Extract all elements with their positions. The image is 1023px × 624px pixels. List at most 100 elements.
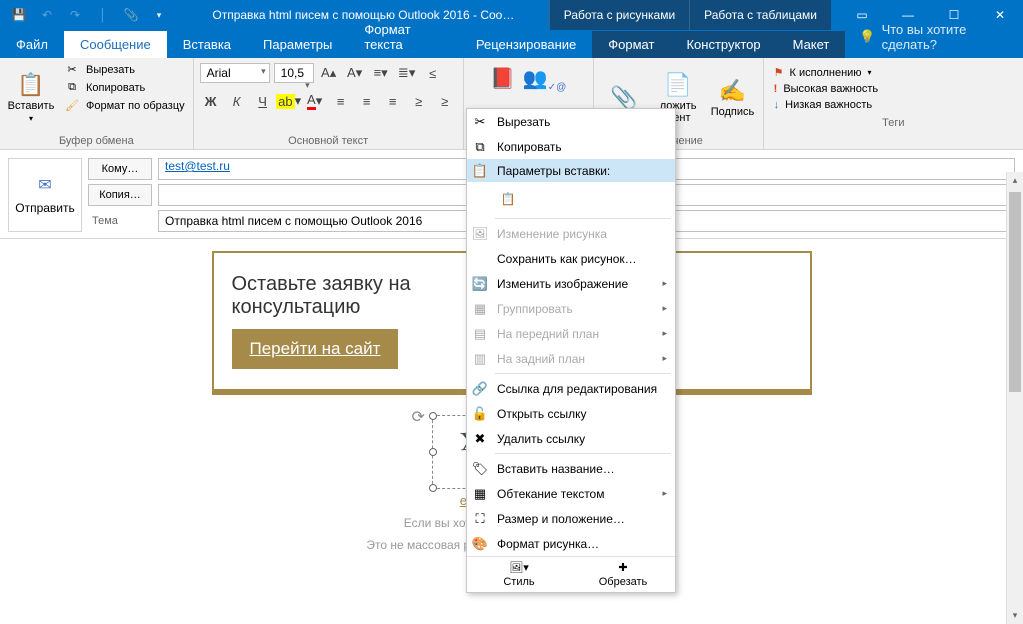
tell-me-search[interactable]: 💡 Что вы хотите сделать? <box>845 16 1023 58</box>
bullets-button[interactable]: ≡▾ <box>370 62 392 84</box>
chevron-right-icon: ▸ <box>662 278 667 289</box>
undo-button[interactable]: ↶ <box>34 2 60 28</box>
contextual-tab-group: Работа с рисунками Работа с таблицами <box>549 0 831 30</box>
format-painter-button[interactable]: 🖌Формат по образцу <box>62 98 187 113</box>
attach-item-icon: 📄 <box>664 72 691 98</box>
tab-insert[interactable]: Вставка <box>167 31 247 58</box>
scroll-thumb[interactable] <box>1009 192 1021 392</box>
group-clipboard-label: Буфер обмена <box>6 133 187 147</box>
qat-sep-icon: │ <box>90 2 116 28</box>
menu-separator <box>495 373 671 374</box>
align-right-button[interactable]: ≡ <box>382 90 404 112</box>
picture-icon: 🖼 <box>471 226 489 242</box>
tab-message[interactable]: Сообщение <box>64 31 167 58</box>
tab-options[interactable]: Параметры <box>247 31 348 58</box>
size-icon: ⛶ <box>471 511 489 527</box>
menu-separator <box>495 453 671 454</box>
send-button[interactable]: ✉ Отправить <box>8 158 82 232</box>
ctx-text-wrap[interactable]: ▦Обтекание текстом▸ <box>467 481 675 506</box>
copy-icon: ⧉ <box>64 81 80 94</box>
indent-button[interactable]: ≥ <box>408 90 430 112</box>
attach-icon[interactable]: 📎 <box>118 2 144 28</box>
signature-button[interactable]: ✍Подпись <box>708 62 756 133</box>
scroll-up-icon[interactable]: ▴ <box>1007 172 1023 189</box>
chevron-right-icon: ▸ <box>662 303 667 314</box>
save-button[interactable]: 💾 <box>6 2 32 28</box>
style-icon: 🖼▾ <box>509 561 529 574</box>
context-menu: ✂Вырезать ⧉Копировать 📋Параметры вставки… <box>466 108 676 593</box>
tab-format[interactable]: Формат <box>592 31 670 58</box>
italic-button[interactable]: К <box>226 90 248 112</box>
cta-title: Оставьте заявку на консультацию <box>232 273 502 319</box>
vertical-scrollbar[interactable]: ▴ ▾ <box>1006 172 1023 624</box>
qat-more-icon[interactable]: ▾ <box>146 2 172 28</box>
font-size-select[interactable]: 10,5 <box>274 63 314 83</box>
to-button[interactable]: Кому… <box>88 158 152 180</box>
grow-font-button[interactable]: A▴ <box>318 62 340 84</box>
group-icon: ▦ <box>471 301 489 317</box>
ctx-remove-link[interactable]: ✖Удалить ссылку <box>467 426 675 451</box>
group-tags: ⚑К исполнению▾ !Высокая важность ↓Низкая… <box>764 58 1023 149</box>
align-center-button[interactable]: ≡ <box>356 90 378 112</box>
paste-button[interactable]: 📋 Вставить ▾ <box>6 62 56 133</box>
mini-toolbar: 🖼▾Стиль ✚Обрезать <box>467 556 675 592</box>
cta-link-button[interactable]: Перейти на сайт <box>232 329 399 369</box>
remove-link-icon: ✖ <box>471 431 489 447</box>
chevron-right-icon: ▸ <box>662 353 667 364</box>
underline-button[interactable]: Ч <box>252 90 274 112</box>
scroll-down-icon[interactable]: ▾ <box>1007 607 1023 624</box>
bold-button[interactable]: Ж <box>200 90 222 112</box>
indent2-button[interactable]: ≥ <box>434 90 456 112</box>
bulb-icon: 💡 <box>859 29 875 45</box>
ctx-save-as-picture[interactable]: Сохранить как рисунок… <box>467 246 675 271</box>
check-names-icon[interactable]: 👥✓@ <box>523 66 566 93</box>
highlight-button[interactable]: ab▾ <box>278 90 300 112</box>
ctx-edit-link[interactable]: 🔗Ссылка для редактирования <box>467 376 675 401</box>
cc-button[interactable]: Копия… <box>88 184 152 206</box>
chevron-right-icon: ▸ <box>662 328 667 339</box>
tab-format-text[interactable]: Формат текста <box>348 16 460 58</box>
ctx-format-picture[interactable]: 🎨Формат рисунка… <box>467 531 675 556</box>
redo-button[interactable]: ↷ <box>62 2 88 28</box>
scissors-icon: ✂ <box>64 63 80 76</box>
ctx-send-back: ▥На задний план▸ <box>467 346 675 371</box>
tab-design[interactable]: Конструктор <box>670 31 776 58</box>
address-book-icon[interactable]: 📕 <box>490 66 515 93</box>
resize-handle[interactable] <box>429 484 437 492</box>
chevron-right-icon: ▸ <box>662 488 667 499</box>
crop-icon: ✚ <box>618 561 627 574</box>
swap-icon: 🔄 <box>471 276 489 292</box>
ctx-insert-caption[interactable]: 🏷Вставить название… <box>467 456 675 481</box>
group-clipboard: 📋 Вставить ▾ ✂Вырезать ⧉Копировать 🖌Форм… <box>0 58 194 149</box>
rotate-handle-icon[interactable]: ⟳ <box>412 407 425 427</box>
cut-button[interactable]: ✂Вырезать <box>62 62 187 77</box>
copy-button[interactable]: ⧉Копировать <box>62 80 187 95</box>
tab-file[interactable]: Файл <box>0 31 64 58</box>
tab-review[interactable]: Рецензирование <box>460 31 592 58</box>
back-icon: ▥ <box>471 351 489 367</box>
font-color-button[interactable]: A▾ <box>304 90 326 112</box>
font-family-select[interactable]: Arial <box>200 63 270 83</box>
numbering-button[interactable]: ≣▾ <box>396 62 418 84</box>
align-left-button[interactable]: ≡ <box>330 90 352 112</box>
ctx-copy[interactable]: ⧉Копировать <box>467 134 675 159</box>
ribbon-tabs: Файл Сообщение Вставка Параметры Формат … <box>0 30 1023 58</box>
crop-button[interactable]: ✚Обрезать <box>571 557 675 592</box>
ctx-size-position[interactable]: ⛶Размер и положение… <box>467 506 675 531</box>
exclaim-icon: ! <box>774 83 778 95</box>
tab-layout[interactable]: Макет <box>777 31 846 58</box>
flag-icon: ⚑ <box>774 66 784 79</box>
ctx-cut[interactable]: ✂Вырезать <box>467 109 675 134</box>
ctx-open-link[interactable]: 🔓Открыть ссылку <box>467 401 675 426</box>
outdent-button[interactable]: ≤ <box>422 62 444 84</box>
arrow-down-icon: ↓ <box>774 99 780 111</box>
resize-handle[interactable] <box>429 412 437 420</box>
high-importance-button[interactable]: !Высокая важность <box>774 83 1013 95</box>
paste-option-keep[interactable]: 📋 <box>495 186 521 212</box>
low-importance-button[interactable]: ↓Низкая важность <box>774 99 1013 111</box>
style-button[interactable]: 🖼▾Стиль <box>467 557 571 592</box>
follow-up-button[interactable]: ⚑К исполнению▾ <box>774 66 1013 79</box>
shrink-font-button[interactable]: A▾ <box>344 62 366 84</box>
resize-handle[interactable] <box>429 448 437 456</box>
ctx-change-image[interactable]: 🔄Изменить изображение▸ <box>467 271 675 296</box>
